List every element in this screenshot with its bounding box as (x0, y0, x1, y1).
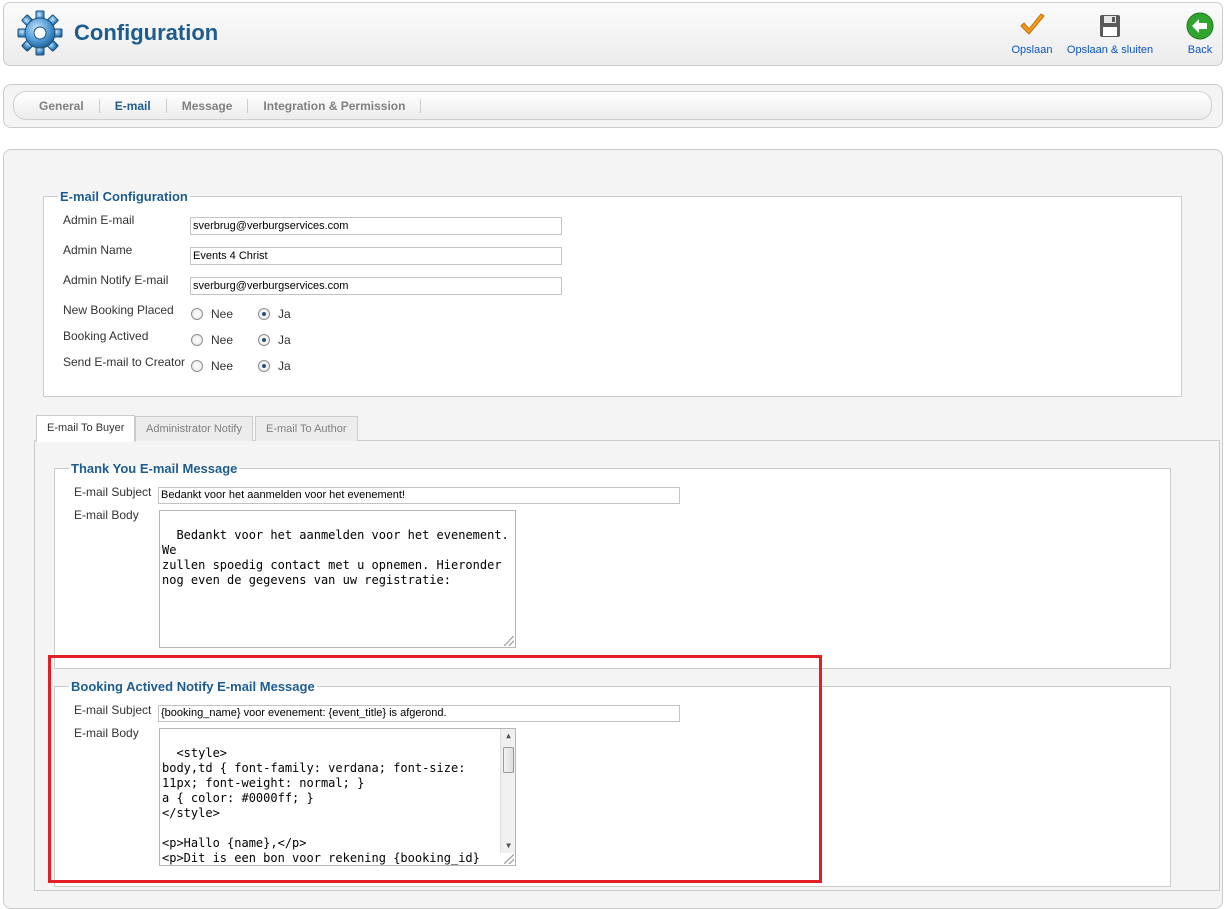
admin-notify-email-label: Admin Notify E-mail (63, 273, 169, 287)
back-arrow-icon (1186, 12, 1214, 40)
admin-name-label: Admin Name (63, 243, 133, 257)
tab-integration-permission[interactable]: Integration & Permission (248, 98, 422, 113)
floppy-disk-icon (1100, 15, 1120, 37)
scroll-down-icon[interactable]: ▼ (501, 839, 515, 853)
tab-administrator-notify[interactable]: Administrator Notify (135, 416, 253, 441)
thank-you-body-textarea[interactable]: Bedankt voor het aanmelden voor het even… (159, 510, 516, 648)
send-creator-no-radio[interactable] (191, 360, 203, 372)
send-creator-no-label: Nee (211, 359, 234, 373)
thank-you-subject-input[interactable]: Bedankt voor het aanmelden voor het even… (158, 487, 680, 504)
send-creator-yes-label: Ja (278, 359, 291, 373)
resize-grip-icon[interactable] (504, 636, 514, 646)
admin-notify-email-input[interactable]: sverburg@verburgservices.com (190, 277, 562, 295)
tab-message[interactable]: Message (167, 98, 249, 113)
page-title: Configuration (74, 20, 219, 45)
submenu: General E-mail Message Integration & Per… (13, 91, 1212, 120)
textarea-scrollbar[interactable]: ▲ ▼ (500, 729, 515, 853)
save-button[interactable]: Opslaan (1007, 11, 1057, 56)
booking-actived-yes-radio[interactable] (258, 334, 270, 346)
booking-actived-body-text: <style> body,td { font-family: verdana; … (162, 746, 480, 865)
thank-you-subject-label: E-mail Subject (74, 485, 152, 499)
scrollbar-thumb[interactable] (503, 747, 514, 773)
toolbar-header: Configuration Opslaan Opslaan & sluiten … (3, 2, 1223, 66)
email-config-legend: E-mail Configuration (60, 189, 188, 204)
booking-actived-no-label: Nee (211, 333, 234, 347)
save-label: Opslaan (1011, 44, 1053, 56)
booking-actived-subject-input[interactable]: {booking_name} voor evenement: {event_ti… (158, 705, 680, 722)
new-booking-label: New Booking Placed (63, 303, 174, 317)
new-booking-no-radio[interactable] (191, 308, 203, 320)
booking-actived-yes-label: Ja (278, 333, 291, 347)
admin-email-label: Admin E-mail (63, 213, 135, 227)
booking-actived-legend: Booking Actived Notify E-mail Message (71, 679, 315, 694)
thank-you-legend: Thank You E-mail Message (71, 461, 238, 476)
new-booking-yes-label: Ja (278, 307, 291, 321)
scroll-up-icon[interactable]: ▲ (501, 729, 515, 743)
send-creator-label: Send E-mail to Creator (63, 355, 186, 369)
tab-general[interactable]: General (24, 98, 100, 113)
submenu-container: General E-mail Message Integration & Per… (3, 84, 1223, 128)
back-label: Back (1187, 44, 1213, 56)
tab-email[interactable]: E-mail (100, 98, 167, 113)
booking-actived-no-radio[interactable] (191, 334, 203, 346)
booking-actived-body-textarea[interactable]: <style> body,td { font-family: verdana; … (159, 728, 516, 866)
resize-grip-icon[interactable] (504, 854, 514, 864)
admin-email-input[interactable]: sverbrug@verburgservices.com (190, 217, 562, 235)
checkmark-icon (1020, 13, 1045, 35)
booking-actived-label: Booking Actived (63, 329, 149, 343)
thank-you-body-label: E-mail Body (74, 508, 139, 522)
admin-name-input[interactable]: Events 4 Christ (190, 247, 562, 265)
save-and-close-button[interactable]: Opslaan & sluiten (1064, 11, 1156, 56)
gear-icon (17, 10, 63, 56)
tab-email-to-buyer[interactable]: E-mail To Buyer (36, 415, 136, 442)
new-booking-no-label: Nee (211, 307, 234, 321)
back-button[interactable]: Back (1184, 11, 1216, 56)
new-booking-yes-radio[interactable] (258, 308, 270, 320)
booking-actived-body-label: E-mail Body (74, 726, 139, 740)
save-and-close-label: Opslaan & sluiten (1066, 44, 1154, 56)
send-creator-yes-radio[interactable] (258, 360, 270, 372)
tab-email-to-author[interactable]: E-mail To Author (255, 416, 358, 441)
booking-actived-subject-label: E-mail Subject (74, 703, 152, 717)
thank-you-body-text: Bedankt voor het aanmelden voor het even… (162, 528, 509, 587)
